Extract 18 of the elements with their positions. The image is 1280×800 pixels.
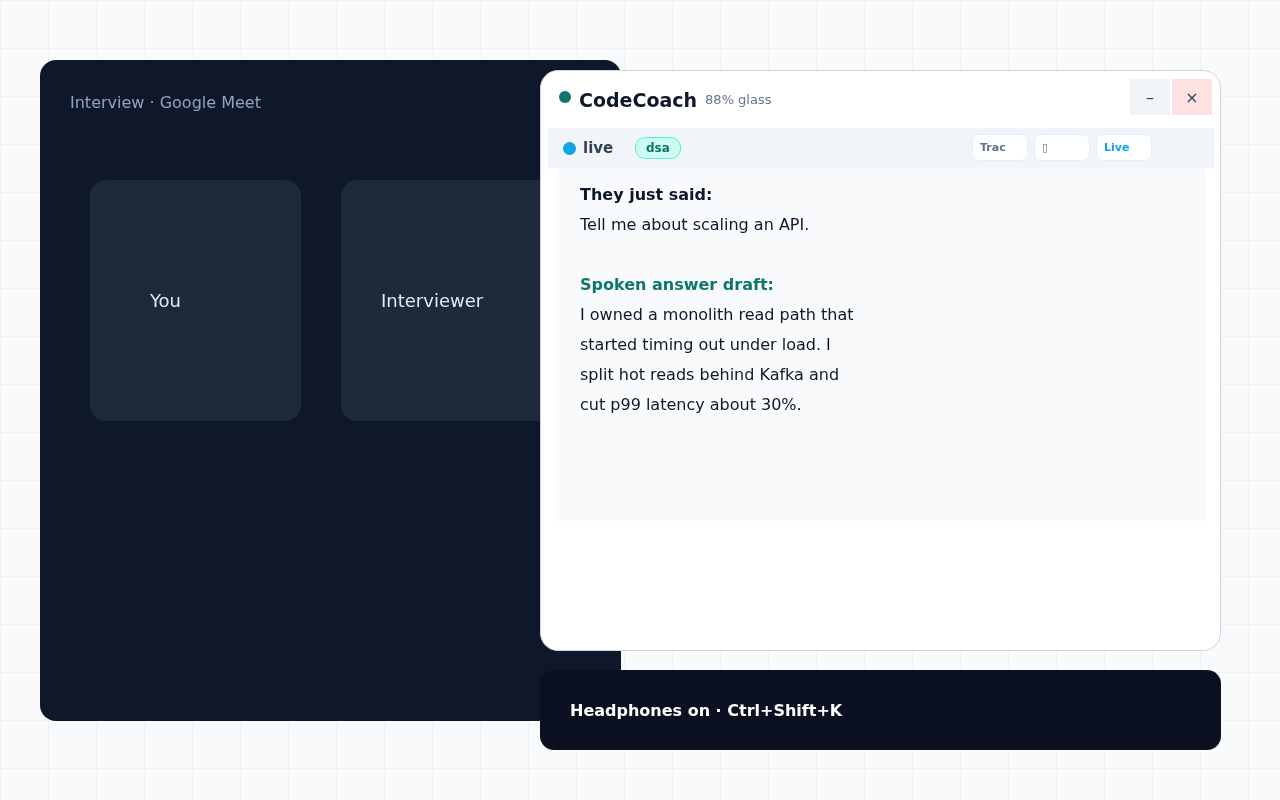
section-text: Tell me about scaling an API. [580, 214, 811, 236]
participant-name: Interviewer [381, 290, 484, 311]
window-title: Interview · Google Meet [70, 93, 261, 112]
close-button[interactable]: × [1172, 79, 1212, 115]
mode-tag: dsa [635, 137, 681, 159]
minimize-button[interactable]: – [1130, 79, 1170, 115]
app-title: CodeCoach [579, 88, 698, 111]
toolbar-button[interactable]: Trac [972, 134, 1028, 161]
logo-dot-icon [559, 90, 571, 103]
toolbar-button[interactable]: ▯ [1034, 134, 1090, 161]
status-label: live [583, 139, 615, 157]
section-text: I owned a monolith read path that started timing out under load. I split hot reads behind Kafka and cut p99 latency about 30%. [580, 304, 855, 416]
toolbar-button[interactable]: Live [1096, 134, 1152, 161]
hint-text: Headphones on · Ctrl+Shift+K [570, 700, 843, 720]
opacity-label: 88% glass [705, 92, 772, 107]
section-heading: Spoken answer draft: [580, 274, 775, 296]
participant-name: You [150, 290, 182, 311]
section-heading: They just said: [580, 184, 714, 206]
